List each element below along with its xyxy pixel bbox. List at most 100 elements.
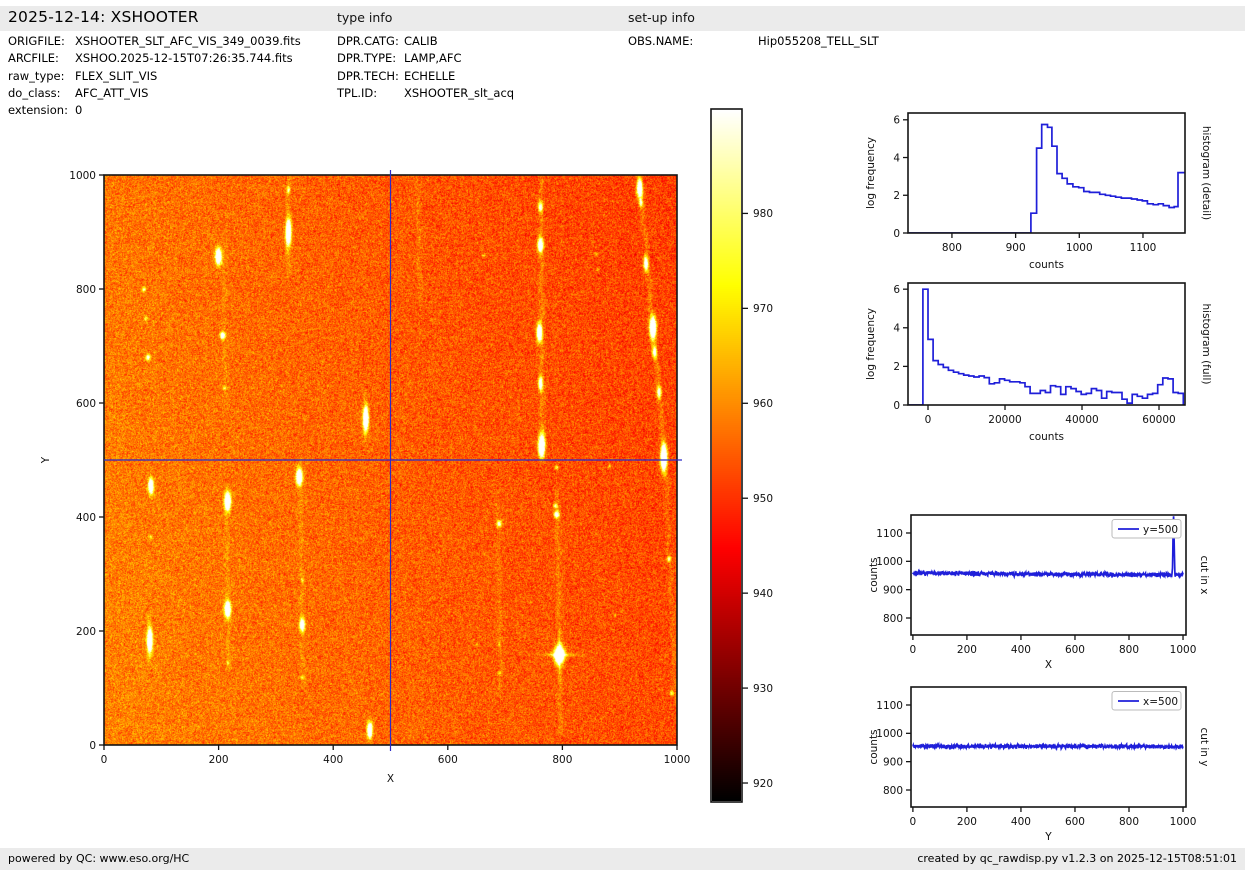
x-tick-label: 1000 [664,754,691,766]
y-tick-label: 6 [893,284,900,296]
y-tick-label: 6 [893,115,900,127]
y-tick-label: 900 [883,584,903,596]
info-value: 0 [75,103,82,117]
info-label: ORIGFILE: [8,34,65,48]
colorbar-tick-label: 940 [753,588,773,600]
colorbar-tick-label: 950 [753,493,773,505]
side-label: cut in x [1198,555,1210,594]
info-label: raw_type: [8,69,65,83]
legend-box [1112,520,1181,539]
x-tick-label: 0 [910,644,917,656]
info-label: DPR.CATG: [337,34,399,48]
colorbar-tick-label: 980 [753,208,773,220]
y-tick-label: 200 [76,626,96,638]
y-tick-label: 2 [893,361,900,373]
x-tick-label: 1000 [1170,644,1197,656]
x-tick-label: 400 [323,754,343,766]
info-value: ECHELLE [404,69,455,83]
series-line [913,744,1183,750]
x-tick-label: 1000 [1066,242,1093,254]
y-tick-label: 1100 [876,528,903,540]
footer-credit-right: created by qc_rawdisp.py v1.2.3 on 2025-… [917,852,1237,865]
series-line [908,289,1185,405]
x-axis-label: Y [1044,831,1052,843]
x-tick-label: 200 [957,644,977,656]
x-tick-label: 0 [925,414,932,426]
y-tick-label: 4 [893,152,900,164]
x-tick-label: 400 [1011,816,1031,828]
colorbar-tick-label: 960 [753,398,773,410]
y-axis-label: counts [868,557,880,592]
info-label: TPL.ID: [337,86,377,100]
y-axis-label: Y [40,456,52,464]
x-tick-label: 200 [957,816,977,828]
colorbar-tick-label: 920 [753,778,773,790]
x-axis-label: X [387,773,394,785]
info-label: ARCFILE: [8,51,59,65]
colorbar-tick-label: 930 [753,683,773,695]
y-tick-label: 1100 [876,700,903,712]
axes-box [908,113,1185,233]
info-value: FLEX_SLIT_VIS [75,69,157,83]
legend-label: y=500 [1143,524,1178,536]
info-value: CALIB [404,34,438,48]
y-tick-label: 0 [893,400,900,412]
x-tick-label: 800 [1119,816,1139,828]
qc-report-page: 2025-12-14: XSHOOTER type info set-up in… [0,0,1245,870]
info-value: LAMP,AFC [404,51,462,65]
info-label: DPR.TECH: [337,69,399,83]
info-label: extension: [8,103,68,117]
series-line [913,516,1183,577]
x-tick-label: 600 [1065,816,1085,828]
x-tick-label: 1000 [1170,816,1197,828]
side-label: histogram (full) [1200,304,1212,385]
y-tick-label: 2 [893,190,900,202]
y-tick-label: 0 [893,228,900,240]
info-label: OBS.NAME: [628,34,693,48]
y-axis-label: log frequency [865,308,877,380]
info-label: DPR.TYPE: [337,51,396,65]
side-label: cut in y [1198,727,1210,766]
x-tick-label: 600 [1065,644,1085,656]
info-row: raw_type: [8,69,65,83]
detector-image [104,175,677,745]
colorbar-tick-label: 970 [753,303,773,315]
x-tick-label: 20000 [988,414,1021,426]
x-tick-label: 800 [1119,644,1139,656]
legend-box [1112,692,1181,711]
x-axis-label: counts [1029,431,1064,443]
x-tick-label: 0 [101,754,108,766]
y-tick-label: 800 [76,284,96,296]
side-label: histogram (detail) [1200,126,1212,220]
y-axis-label: log frequency [865,137,877,209]
page-title: 2025-12-14: XSHOOTER [8,8,199,26]
x-tick-label: 1100 [1130,242,1157,254]
y-tick-label: 900 [883,756,903,768]
x-axis-label: X [1045,659,1052,671]
axes-box [911,687,1186,807]
info-row: ORIGFILE: [8,34,65,48]
y-axis-label: counts [868,729,880,764]
footer-credit-left: powered by QC: www.eso.org/HC [8,852,189,865]
y-tick-label: 4 [893,323,900,335]
y-tick-label: 600 [76,398,96,410]
y-tick-label: 1000 [876,728,903,740]
series-line [908,125,1185,234]
x-tick-label: 800 [552,754,572,766]
x-tick-label: 60000 [1142,414,1175,426]
info-row: do_class: [8,86,61,100]
info-value: XSHOOTER_SLT_AFC_VIS_349_0039.fits [75,34,301,48]
y-tick-label: 0 [89,740,96,752]
x-axis-label: counts [1029,259,1064,271]
axes-box [911,515,1186,635]
x-tick-label: 400 [1011,644,1031,656]
info-row: extension: [8,103,68,117]
info-row: ARCFILE: [8,51,59,65]
section-label-setup-info: set-up info [628,10,695,25]
y-tick-label: 800 [883,785,903,797]
y-tick-label: 400 [76,512,96,524]
x-tick-label: 600 [438,754,458,766]
y-tick-label: 800 [883,613,903,625]
section-label-type-info: type info [337,10,392,25]
info-value: AFC_ATT_VIS [75,86,148,100]
